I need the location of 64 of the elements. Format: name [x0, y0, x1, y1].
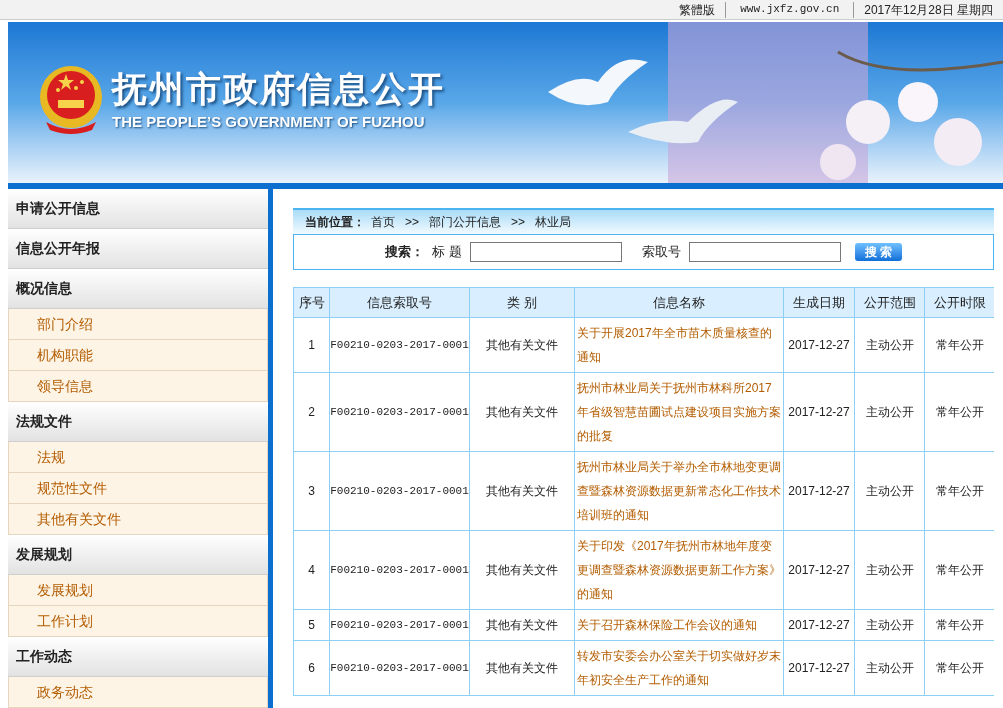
table-cell: 2017-12-27	[783, 609, 855, 641]
table-cell: 2	[293, 372, 330, 452]
site-subtitle: THE PEOPLE’S GOVERNMENT OF FUZHOU	[112, 112, 426, 132]
search-label: 搜索：	[385, 243, 424, 262]
table-cell: 其他有关文件	[469, 530, 575, 610]
table-cell: 主动公开	[854, 451, 925, 531]
table-cell: 其他有关文件	[469, 317, 575, 373]
sidebar-item[interactable]: 工作计划	[8, 606, 268, 637]
table-cell: 2017-12-27	[783, 640, 855, 696]
table-cell: 其他有关文件	[469, 372, 575, 452]
top-link[interactable]: www.jxfz.gov.cn	[726, 1, 854, 18]
title-input-field[interactable]	[469, 242, 622, 262]
breadcrumb-label: 当前位置：	[305, 214, 365, 231]
column-header: 信息名称	[574, 287, 784, 318]
index-label: 索取号	[641, 243, 681, 262]
national-emblem-icon	[38, 64, 104, 136]
breadcrumb-separator: >>	[404, 214, 420, 231]
table-cell: 3	[293, 451, 330, 531]
table-cell: 2017-12-27	[783, 451, 855, 531]
breadcrumb-link[interactable]: 林业局	[535, 213, 572, 231]
table-cell: F00210-0203-2017-0001	[329, 640, 470, 696]
sidebar-item[interactable]: 政务动态	[8, 677, 268, 708]
sidebar-item[interactable]: 规范性文件	[8, 473, 268, 504]
table-cell: 2017-12-27	[783, 530, 855, 610]
column-header: 序号	[293, 287, 330, 318]
column-header: 信息索取号	[329, 287, 470, 318]
sidebar-item[interactable]: 领导信息	[8, 371, 268, 402]
breadcrumb-separator: >>	[510, 214, 527, 231]
table-cell: F00210-0203-2017-0001	[329, 372, 470, 452]
table-cell: F00210-0203-2017-0001	[329, 609, 470, 641]
date-label: 2017年12月28日 星期四	[863, 1, 994, 19]
table-cell: 4	[293, 530, 330, 610]
sidebar-item[interactable]: 其他有关文件	[8, 504, 268, 535]
table-cell: 5	[293, 609, 330, 641]
table-cell: 主动公开	[854, 530, 925, 610]
table-cell: 其他有关文件	[469, 609, 575, 641]
breadcrumb-link[interactable]: 部门公开信息	[429, 213, 501, 231]
site-title: 抚州市政府信息公开	[112, 68, 445, 110]
top-link[interactable]: 繁體版	[669, 0, 726, 19]
index-input-field[interactable]	[688, 242, 841, 262]
table-cell: F00210-0203-2017-0001	[329, 530, 470, 610]
sidebar-item[interactable]: 机构职能	[8, 340, 268, 371]
table-cell: F00210-0203-2017-0001	[329, 451, 470, 531]
table-cell: 主动公开	[854, 372, 925, 452]
table-cell: 1	[293, 317, 330, 373]
table-cell: 其他有关文件	[469, 640, 575, 696]
table-cell: 其他有关文件	[469, 451, 575, 531]
column-header: 生成日期	[783, 287, 855, 318]
sidebar-item[interactable]: 发展规划	[8, 575, 268, 606]
column-header: 公开时限	[924, 287, 994, 318]
table-cell: F00210-0203-2017-0001	[329, 317, 470, 373]
title-label: 标 题	[432, 243, 462, 262]
table-cell: 主动公开	[854, 609, 925, 641]
sidebar-item[interactable]: 法规	[8, 442, 268, 473]
column-header: 公开范围	[854, 287, 925, 318]
sidebar-item[interactable]: 部门介绍	[8, 309, 268, 340]
table-cell: 6	[293, 640, 330, 696]
table-cell: 主动公开	[854, 640, 925, 696]
search-button[interactable]: 搜 索	[854, 243, 902, 261]
breadcrumb-link[interactable]: 首页	[371, 213, 395, 231]
table-cell: 2017-12-27	[783, 372, 855, 452]
column-header: 类 别	[469, 287, 575, 318]
table-cell: 2017-12-27	[783, 317, 855, 373]
table-cell: 主动公开	[854, 317, 925, 373]
